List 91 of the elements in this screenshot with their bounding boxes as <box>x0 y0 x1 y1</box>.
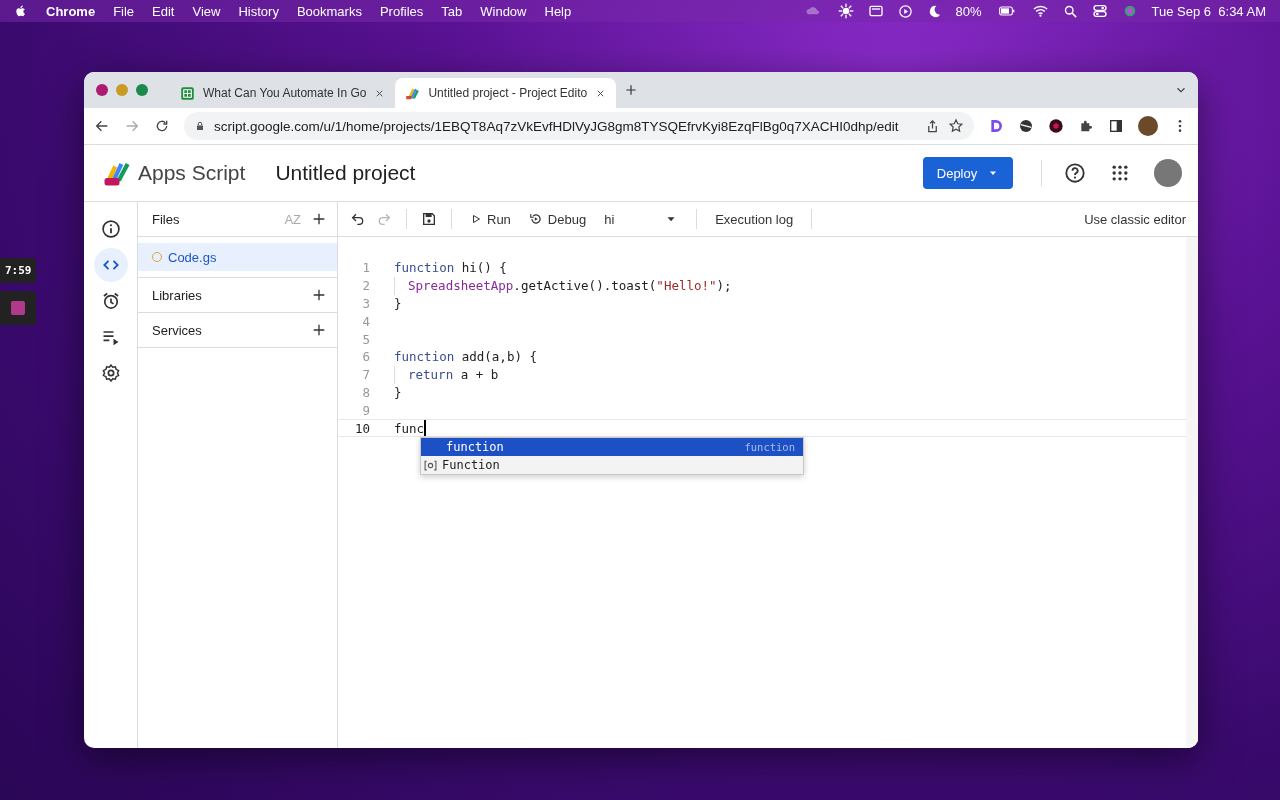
menu-item[interactable]: Bookmarks <box>296 3 362 19</box>
run-button[interactable]: Run <box>466 209 515 229</box>
project-title[interactable]: Untitled project <box>275 161 923 185</box>
line-number: 3 <box>361 296 370 311</box>
menu-item[interactable]: Tab <box>441 3 463 19</box>
menu-item[interactable]: History <box>238 3 279 19</box>
play-icon[interactable] <box>897 3 913 19</box>
extension-icon[interactable] <box>1048 118 1064 134</box>
menu-item[interactable]: Profiles <box>379 3 424 19</box>
lock-icon[interactable] <box>194 120 206 132</box>
code-line: SpreadsheetApp.getActive().toast("Hello!"); <box>408 278 732 294</box>
function-name: hi <box>604 211 615 227</box>
tab-title: Untitled project - Project Edito <box>428 86 588 100</box>
app-menu[interactable]: Chrome <box>46 3 96 19</box>
line-number: 7 <box>361 367 370 383</box>
sheet-favicon-icon <box>180 85 195 101</box>
side-panel-icon[interactable] <box>1108 118 1124 134</box>
menu-item[interactable]: View <box>192 3 221 19</box>
extensions-icon[interactable] <box>1078 118 1094 134</box>
control-center-icon[interactable] <box>1091 3 1108 19</box>
back-icon[interactable] <box>94 118 110 134</box>
apple-logo-icon[interactable] <box>14 3 28 19</box>
account-avatar[interactable] <box>1154 159 1182 187</box>
script-file-entry[interactable]: Code.gs <box>138 243 337 271</box>
line-number: 8 <box>361 384 370 400</box>
stop-icon <box>11 301 25 315</box>
sun-icon[interactable] <box>837 3 854 19</box>
line-number: 6 <box>361 349 370 365</box>
browser-tab[interactable]: Untitled project - Project Edito <box>395 78 617 108</box>
code-line: } <box>394 384 402 400</box>
search-icon[interactable] <box>1062 3 1078 19</box>
undo-icon[interactable] <box>350 211 366 227</box>
app-name: Apps Script <box>138 161 246 185</box>
suggestion-item[interactable]: Function <box>421 456 803 474</box>
panel-title: Files <box>152 211 181 227</box>
url-text: script.google.com/u/1/home/projects/1EBQT8Aq7zVkEvfHDlVyJG8gm8TYSQEfrvKyi8EzqFlBg0q7XACHI0dhp/edit <box>214 118 900 134</box>
line-number: 1 <box>361 260 370 276</box>
classic-editor-link[interactable]: Use classic editor <box>1080 209 1190 229</box>
star-icon[interactable] <box>948 118 964 134</box>
line-number: 10 <box>353 420 370 436</box>
nav-rail-item[interactable] <box>93 248 128 282</box>
reload-icon[interactable] <box>154 118 170 134</box>
address-bar[interactable]: script.google.com/u/1/home/projects/1EBQT8Aq7zVkEvfHDlVyJG8gm8TYSQEfrvKyi8EzqFlBg0q7XACHI0dhp/edit <box>184 112 974 140</box>
line-number: 4 <box>361 313 370 329</box>
menu-item[interactable]: File <box>113 3 135 19</box>
battery-percentage: 80% <box>955 3 982 19</box>
timer-widget: 7:59 <box>0 258 36 283</box>
add-icon[interactable] <box>311 322 327 338</box>
add-icon[interactable] <box>311 287 327 303</box>
code-line: } <box>394 296 402 311</box>
section-title: Services <box>152 322 203 338</box>
execution-log-button[interactable]: Execution log <box>711 209 798 229</box>
menu-item[interactable]: Window <box>480 3 527 19</box>
zoom-window-button[interactable] <box>136 84 148 96</box>
suggestion-label: Function <box>442 458 501 472</box>
code-line: function add(a,b) { <box>394 349 537 365</box>
debug-button[interactable]: Debug <box>524 209 591 229</box>
close-window-button[interactable] <box>96 84 108 96</box>
play-icon <box>470 213 482 225</box>
share-icon[interactable] <box>925 118 940 134</box>
section-title: Libraries <box>152 287 203 303</box>
settings-icon <box>100 363 121 383</box>
line-number: 5 <box>361 331 370 347</box>
text-cursor <box>424 420 426 437</box>
suggestion-label: function <box>446 440 505 454</box>
help-icon[interactable] <box>1064 162 1086 184</box>
wifi-icon[interactable] <box>1031 3 1049 19</box>
code-line: func <box>394 420 425 436</box>
code-line: function hi() { <box>394 260 507 276</box>
add-file-icon[interactable] <box>311 211 327 227</box>
suggestion-detail: function <box>744 441 795 453</box>
apps-grid-icon[interactable] <box>1110 163 1130 183</box>
value-icon <box>424 458 437 472</box>
profile-avatar[interactable] <box>1138 116 1158 136</box>
function-select[interactable]: hi <box>600 209 683 229</box>
window-icon[interactable] <box>867 3 884 19</box>
line-number: 9 <box>361 402 370 418</box>
menu-bar-clock: Tue Sep 6 6:34 AM <box>1151 3 1266 19</box>
menu-item[interactable]: Edit <box>152 3 175 19</box>
line-number: 2 <box>361 278 370 294</box>
browser-tab[interactable]: What Can You Automate In Go <box>170 78 396 108</box>
info-icon <box>100 219 121 239</box>
new-tab-icon[interactable] <box>624 83 639 97</box>
deploy-button[interactable]: Deploy <box>923 157 1013 189</box>
save-icon[interactable] <box>421 211 437 227</box>
debug-icon <box>528 212 543 226</box>
tab-title: What Can You Automate In Go <box>203 86 367 100</box>
code-line: return a + b <box>408 367 499 383</box>
extension-icon[interactable] <box>1018 118 1034 134</box>
suggestion-item[interactable]: function function <box>421 438 803 456</box>
menu-item[interactable]: Help <box>544 3 572 19</box>
